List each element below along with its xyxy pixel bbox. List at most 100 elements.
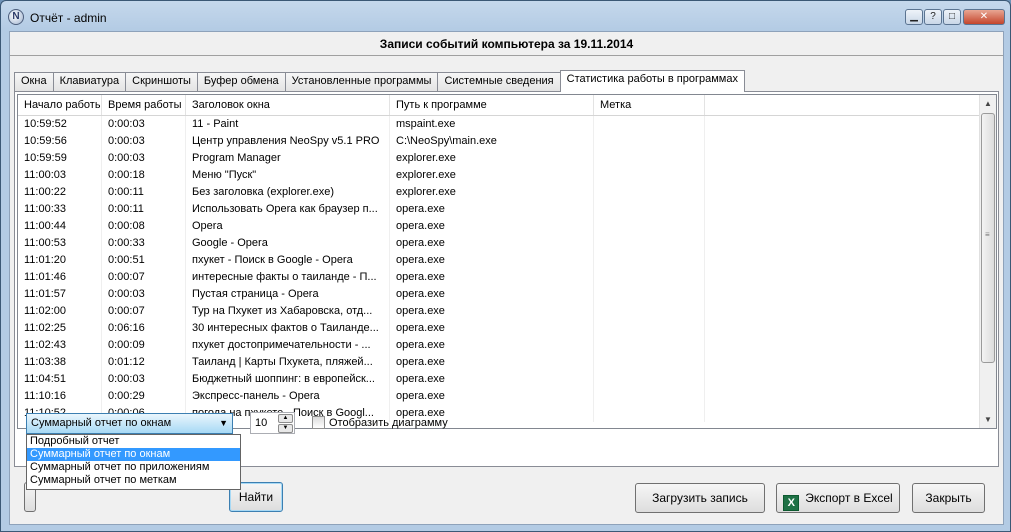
table-cell	[594, 184, 705, 201]
table-row[interactable]: 11:02:43 0:00:09 пхукет достопримечательно…	[18, 337, 996, 354]
table-cell	[705, 286, 980, 303]
table-cell: 0:00:11	[102, 184, 186, 201]
stats-table: Начало работы Время работы Заголовок окна П…	[17, 94, 997, 429]
table-cell	[594, 150, 705, 167]
spin-down-icon[interactable]: ▼	[278, 424, 293, 433]
table-row[interactable]: 11:01:57 0:00:03 Пустая страница - Opera op…	[18, 286, 996, 303]
load-record-button[interactable]: Загрузить запись	[635, 483, 765, 513]
column-header[interactable]: Метка	[594, 95, 705, 115]
table-row[interactable]: 10:59:59 0:00:03 Program Manager explorer.e…	[18, 150, 996, 167]
table-cell	[705, 201, 980, 218]
table-cell: opera.exe	[390, 235, 594, 252]
table-cell: 0:00:07	[102, 303, 186, 320]
spin-up-icon[interactable]: ▲	[278, 414, 293, 423]
close-button[interactable]: Закрыть	[912, 483, 985, 513]
table-cell: opera.exe	[390, 337, 594, 354]
table-cell: 11:02:25	[18, 320, 102, 337]
table-cell: Пустая страница - Opera	[186, 286, 390, 303]
table-cell: opera.exe	[390, 320, 594, 337]
table-row[interactable]: 11:00:22 0:00:11 Без заголовка (explorer.e…	[18, 184, 996, 201]
maximize-icon[interactable]: □	[943, 9, 961, 25]
table-cell: 0:00:11	[102, 201, 186, 218]
column-header[interactable]: Начало работы	[18, 95, 102, 115]
export-excel-button[interactable]: X Экспорт в Excel	[776, 483, 900, 513]
table-cell: 11:01:20	[18, 252, 102, 269]
table-cell: 30 интересных фактов о Таиланде...	[186, 320, 390, 337]
table-header: Начало работы Время работы Заголовок окна П…	[18, 95, 996, 116]
table-cell: 0:00:33	[102, 235, 186, 252]
table-cell: 0:00:03	[102, 371, 186, 388]
column-header[interactable]: Путь к программе	[390, 95, 594, 115]
tab-item[interactable]: Установленные программы	[284, 72, 439, 91]
minimize-icon[interactable]: ▁	[905, 9, 923, 25]
table-row[interactable]: 11:10:16 0:00:29 Экспресс-панель - Opera op…	[18, 388, 996, 405]
show-chart-checkbox[interactable]: Отобразить диаграмму	[312, 416, 448, 429]
table-row[interactable]: 11:01:20 0:00:51 пхукет - Поиск в Google -…	[18, 252, 996, 269]
table-cell: 10:59:56	[18, 133, 102, 150]
table-cell: 10:59:59	[18, 150, 102, 167]
tab-item[interactable]: Окна	[14, 72, 54, 91]
tab-item[interactable]: Скриншоты	[125, 72, 198, 91]
scroll-up-icon[interactable]: ▲	[980, 95, 996, 112]
help-icon[interactable]: ?	[924, 9, 942, 25]
table-row[interactable]: 11:02:00 0:00:07 Тур на Пхукет из Хабаровс…	[18, 303, 996, 320]
table-body: 10:59:52 0:00:03 11 - Paint mspaint.exe 10:5…	[18, 116, 996, 422]
report-type-select[interactable]: Суммарный отчет по окнам ▼	[26, 413, 233, 434]
column-header[interactable]: Заголовок окна	[186, 95, 390, 115]
table-row[interactable]: 11:01:46 0:00:07 интересные факты о таилан…	[18, 269, 996, 286]
vertical-scrollbar[interactable]: ▲ ≡ ▼	[979, 95, 996, 428]
table-row[interactable]: 11:02:25 0:06:16 30 интересных фактов о Та…	[18, 320, 996, 337]
tab-item[interactable]: Статистика работы в программах	[559, 70, 745, 92]
table-cell: 11:01:46	[18, 269, 102, 286]
table-cell: 11:00:33	[18, 201, 102, 218]
table-cell	[594, 286, 705, 303]
dropdown-option[interactable]: Подробный отчет	[27, 435, 240, 448]
scroll-thumb[interactable]: ≡	[981, 113, 995, 363]
table-row[interactable]: 11:04:51 0:00:03 Бюджетный шоппинг: в евро…	[18, 371, 996, 388]
scroll-down-icon[interactable]: ▼	[980, 411, 996, 428]
table-row[interactable]: 11:00:03 0:00:18 Меню "Пуск" explorer.exe	[18, 167, 996, 184]
table-cell	[705, 405, 980, 422]
table-cell: пхукет достопримечательности - ...	[186, 337, 390, 354]
table-cell	[705, 150, 980, 167]
dropdown-option[interactable]: Суммарный отчет по окнам	[27, 448, 240, 461]
export-label: Экспорт в Excel	[805, 491, 893, 505]
table-row[interactable]: 11:00:33 0:00:11 Использовать Opera как бр…	[18, 201, 996, 218]
checkbox-box[interactable]	[312, 416, 325, 429]
table-cell: 0:00:29	[102, 388, 186, 405]
header-panel: Записи событий компьютера за 19.11.2014	[10, 32, 1003, 56]
table-row[interactable]: 11:00:44 0:00:08 Opera opera.exe	[18, 218, 996, 235]
table-cell	[594, 405, 705, 422]
column-header[interactable]: Время работы	[102, 95, 186, 115]
table-row[interactable]: 11:00:53 0:00:33 Google - Opera opera.exe	[18, 235, 996, 252]
table-cell: mspaint.exe	[390, 116, 594, 133]
tab-panel: Начало работы Время работы Заголовок окна П…	[14, 91, 999, 467]
table-cell	[594, 269, 705, 286]
table-row[interactable]: 10:59:56 0:00:03 Центр управления NeoSpy v…	[18, 133, 996, 150]
table-row[interactable]: 11:03:38 0:01:12 Таиланд | Карты Пхукета, …	[18, 354, 996, 371]
count-spinner[interactable]: 10 ▲ ▼	[250, 412, 295, 434]
dropdown-option[interactable]: Суммарный отчет по приложениям	[27, 461, 240, 474]
table-cell: explorer.exe	[390, 184, 594, 201]
table-cell	[594, 133, 705, 150]
title-bar[interactable]: N Отчёт - admin ▁ ? □ ✕	[1, 1, 1010, 31]
tab-item[interactable]: Буфер обмена	[196, 72, 286, 91]
table-cell: Бюджетный шоппинг: в европейск...	[186, 371, 390, 388]
table-cell: 11:02:00	[18, 303, 102, 320]
table-cell: 0:00:18	[102, 167, 186, 184]
tab-item[interactable]: Системные сведения	[437, 72, 561, 91]
close-icon[interactable]: ✕	[963, 9, 1005, 25]
table-cell	[594, 388, 705, 405]
dropdown-option[interactable]: Суммарный отчет по меткам	[27, 474, 240, 487]
table-cell: opera.exe	[390, 303, 594, 320]
table-cell: opera.exe	[390, 354, 594, 371]
table-cell: интересные факты о таиланде - П...	[186, 269, 390, 286]
table-cell: C:\NeoSpy\main.exe	[390, 133, 594, 150]
table-cell	[594, 201, 705, 218]
tab-item[interactable]: Клавиатура	[52, 72, 127, 91]
dropdown-arrow-icon[interactable]: ▼	[219, 414, 228, 433]
report-window: N Отчёт - admin ▁ ? □ ✕ Записи событий к…	[0, 0, 1011, 532]
table-row[interactable]: 10:59:52 0:00:03 11 - Paint mspaint.exe	[18, 116, 996, 133]
table-cell: opera.exe	[390, 218, 594, 235]
table-cell: Без заголовка (explorer.exe)	[186, 184, 390, 201]
